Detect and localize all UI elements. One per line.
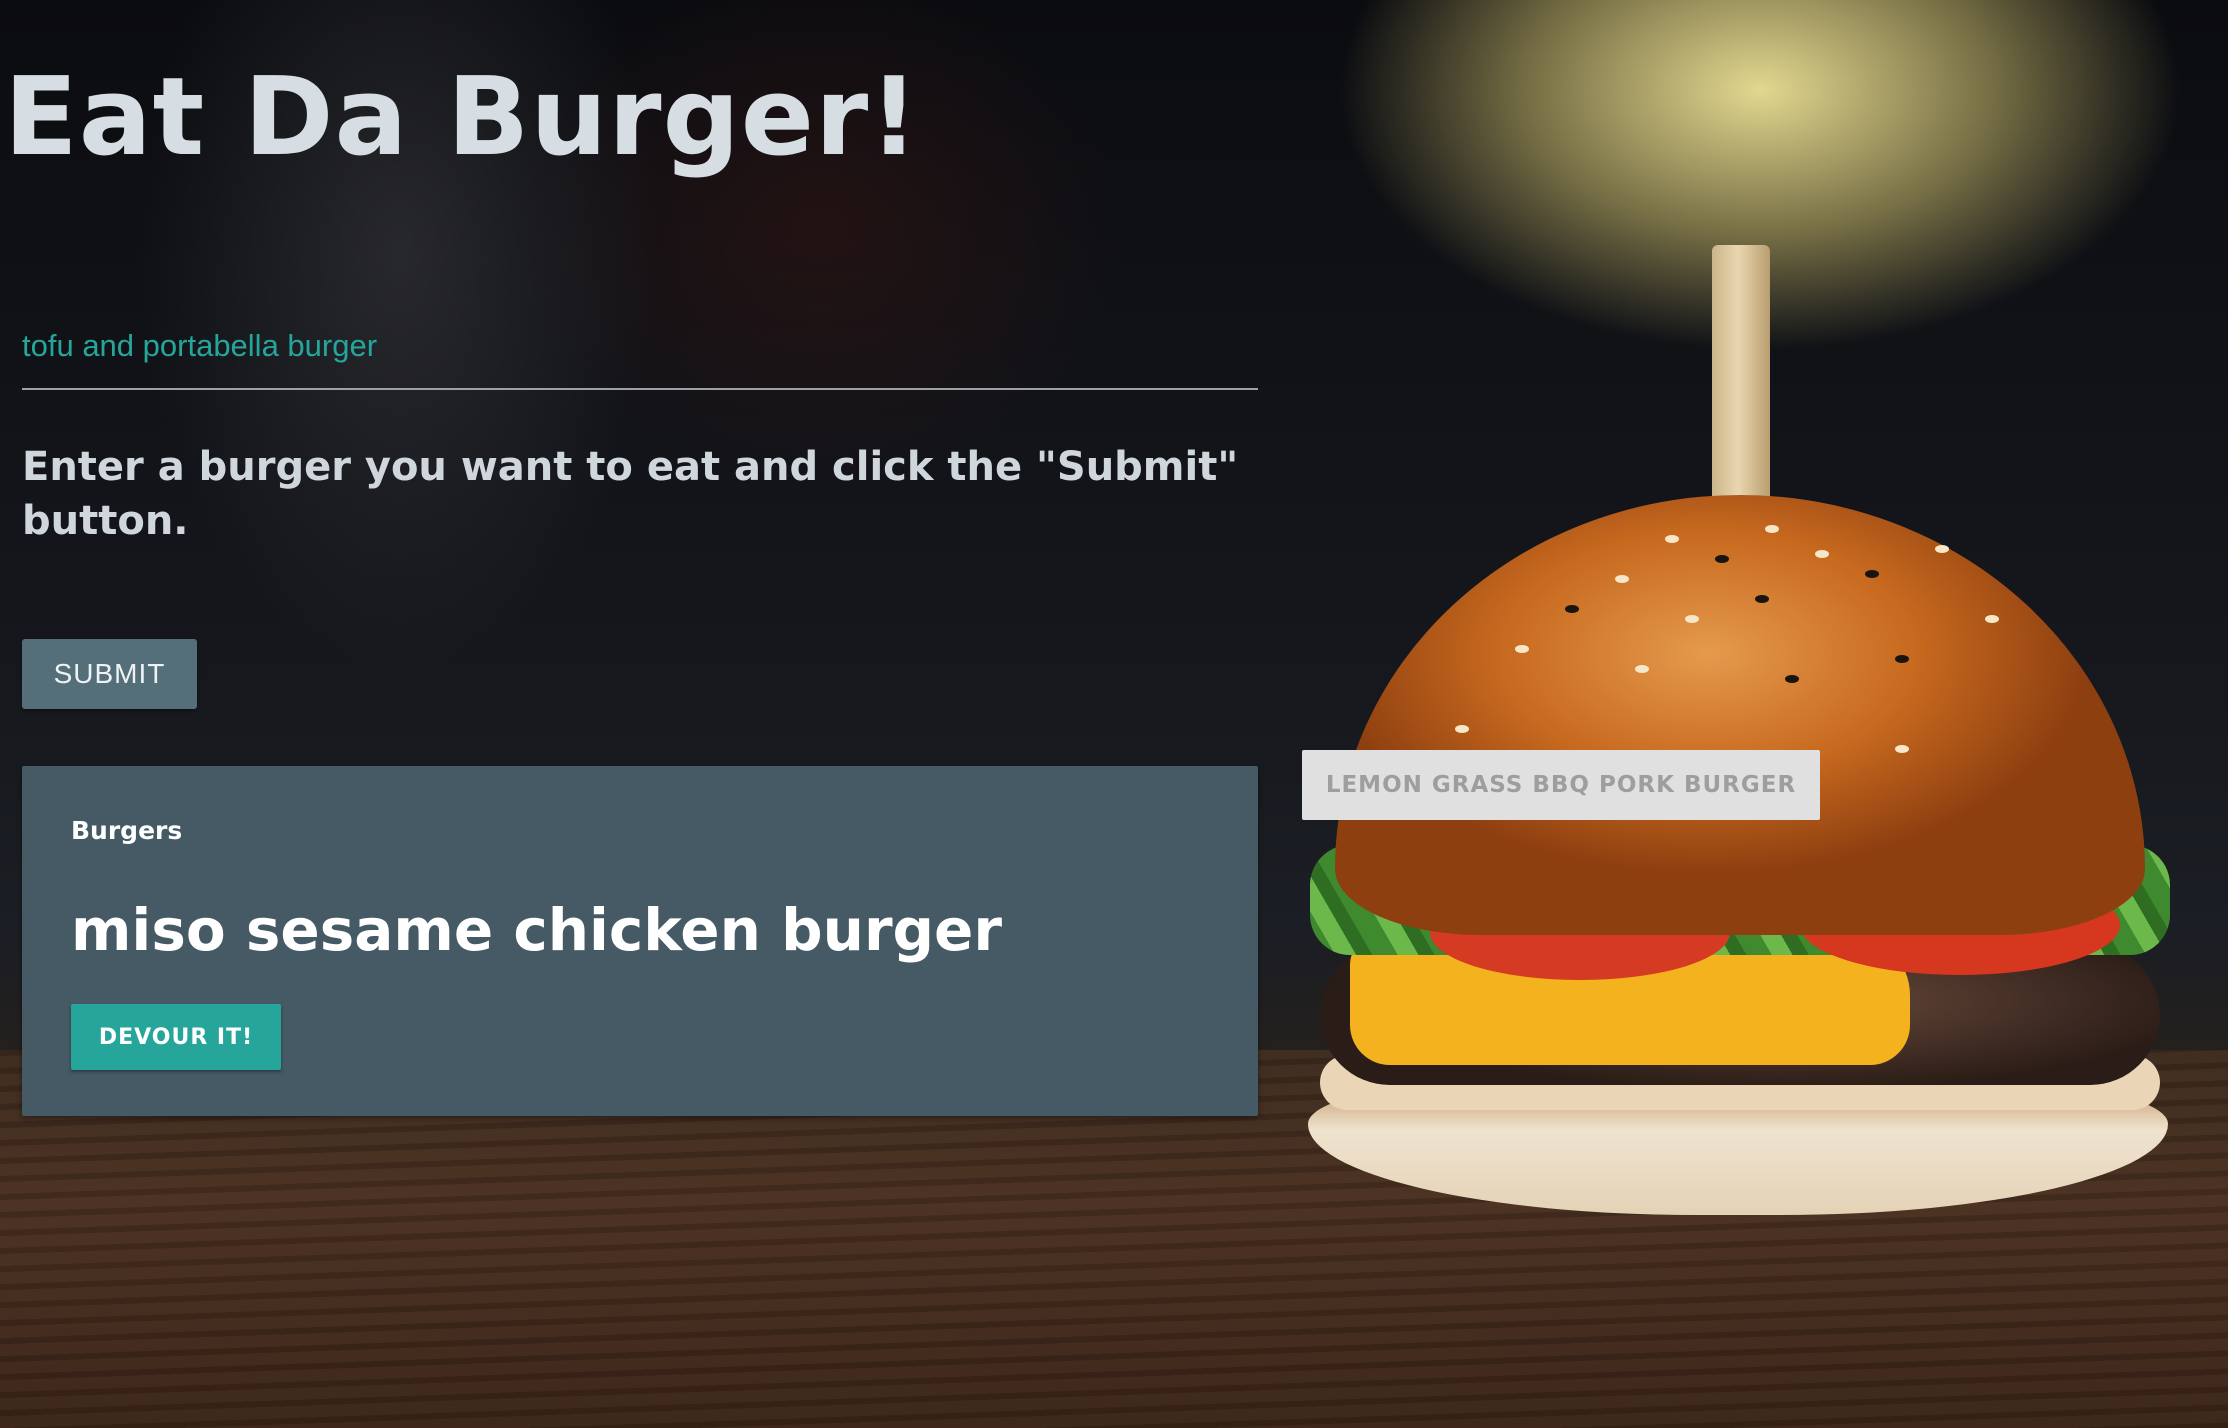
burger-top-bun: [1335, 495, 2145, 935]
instructions-text: Enter a burger you want to eat and click…: [22, 444, 1239, 544]
devoured-burger-button[interactable]: LEMON GRASS BBQ PORK BURGER: [1302, 750, 1820, 820]
burger-item-name: miso sesame chicken burger: [71, 896, 1003, 964]
burger-input-container: [22, 320, 1258, 390]
background-photo: [0, 0, 2228, 1428]
burgers-card-label: Burgers: [71, 816, 183, 845]
burgers-card: Burgers miso sesame chicken burger DEVOU…: [22, 766, 1258, 1116]
burger-pick: [1712, 245, 1770, 505]
burger-image: [1300, 245, 2180, 1225]
submit-button[interactable]: SUBMIT: [22, 639, 197, 709]
page-title: Eat Da Burger!: [4, 55, 920, 180]
devour-button[interactable]: DEVOUR IT!: [71, 1004, 281, 1070]
burger-name-input[interactable]: [22, 320, 1258, 390]
